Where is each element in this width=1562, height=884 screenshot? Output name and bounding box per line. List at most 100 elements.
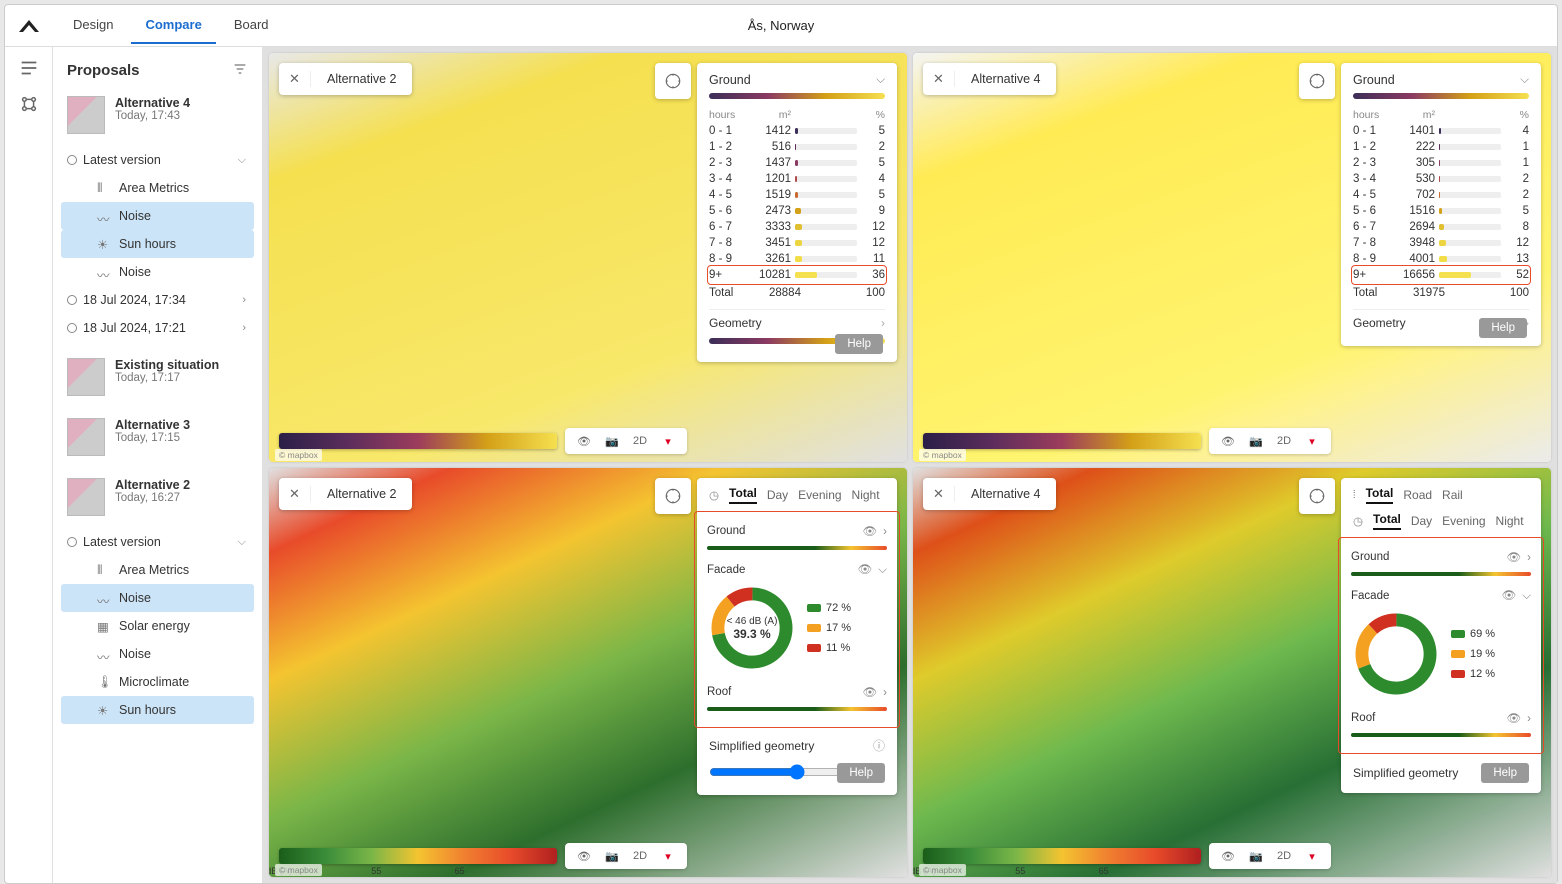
sun-row[interactable]: 9+1028136 — [709, 267, 885, 283]
compass-icon[interactable] — [655, 478, 691, 514]
tab-board[interactable]: Board — [220, 7, 283, 44]
proposal-item[interactable]: Existing situationToday, 17:17 — [61, 352, 254, 402]
tab-design[interactable]: Design — [59, 7, 127, 44]
proposal-item[interactable]: Alternative 2Today, 16:27 — [61, 472, 254, 522]
geometry-label[interactable]: Geometry — [1353, 316, 1406, 330]
sun-row[interactable]: 4 - 515195 — [709, 187, 885, 203]
sun-row[interactable]: 0 - 114014 — [1353, 123, 1529, 139]
compass-icon[interactable] — [655, 63, 691, 99]
camera-icon[interactable]: 📷 — [1245, 847, 1267, 865]
sun-row[interactable]: 9+1665652 — [1353, 267, 1529, 283]
chevron-down-icon[interactable]: ⌵ — [876, 74, 885, 87]
tree-item-noise[interactable]: 〰Noise — [61, 258, 254, 286]
time-tab-total[interactable]: Total — [729, 486, 757, 504]
chevron-down-icon[interactable]: ⌵ — [1520, 74, 1529, 87]
close-icon[interactable]: ✕ — [923, 486, 955, 502]
source-tab-road[interactable]: Road — [1403, 488, 1432, 502]
sun-row[interactable]: 1 - 25162 — [709, 139, 885, 155]
chevron-right-icon[interactable]: › — [883, 687, 887, 699]
time-tab-evening[interactable]: Evening — [1442, 514, 1485, 528]
history-item[interactable]: 18 Jul 2024, 17:21› — [61, 314, 254, 342]
tree-item-noise[interactable]: 〰Noise — [61, 640, 254, 668]
section-facade[interactable]: Facade — [707, 564, 745, 576]
chevron-right-icon[interactable]: › — [1527, 552, 1531, 564]
sun-row[interactable]: 5 - 624739 — [709, 203, 885, 219]
sun-row[interactable]: 7 - 8394812 — [1353, 235, 1529, 251]
dropdown-icon[interactable]: ▾ — [1301, 847, 1323, 865]
panel-title[interactable]: Ground — [1353, 73, 1395, 87]
section-facade[interactable]: Facade — [1351, 590, 1389, 602]
info-icon[interactable]: ⓘ — [873, 737, 885, 754]
tree-item-sun-hours[interactable]: ☀Sun hours — [61, 696, 254, 724]
tree-item-sun-hours[interactable]: ☀Sun hours — [61, 230, 254, 258]
sun-row[interactable]: 2 - 314375 — [709, 155, 885, 171]
sun-row[interactable]: 6 - 726948 — [1353, 219, 1529, 235]
proposal-item[interactable]: Alternative 3Today, 17:15 — [61, 412, 254, 462]
dropdown-icon[interactable]: ▾ — [657, 432, 679, 450]
sun-row[interactable]: 6 - 7333312 — [709, 219, 885, 235]
section-ground[interactable]: Ground — [1351, 551, 1389, 563]
time-tab-night[interactable]: Night — [1496, 514, 1524, 528]
time-tab-day[interactable]: Day — [1411, 514, 1432, 528]
dimension-toggle[interactable]: 2D — [1273, 432, 1295, 450]
chevron-down-icon[interactable]: ⌵ — [1522, 590, 1531, 602]
tree-item-solar-energy[interactable]: ▦Solar energy — [61, 612, 254, 640]
sun-row[interactable]: 3 - 45302 — [1353, 171, 1529, 187]
tab-compare[interactable]: Compare — [131, 7, 215, 44]
eye-icon[interactable]: 👁 — [863, 526, 878, 538]
sun-row[interactable]: 8 - 9400113 — [1353, 251, 1529, 267]
close-icon[interactable]: ✕ — [279, 71, 311, 87]
time-tab-night[interactable]: Night — [852, 488, 880, 502]
help-button[interactable]: Help — [1479, 318, 1527, 338]
proposal-item[interactable]: Alternative 4 Today, 17:43 — [61, 90, 254, 140]
sun-row[interactable]: 7 - 8345112 — [709, 235, 885, 251]
eye-icon[interactable]: 👁 — [1507, 713, 1522, 725]
tree-latest-version-2[interactable]: Latest version ⌵ — [61, 528, 254, 556]
dimension-toggle[interactable]: 2D — [1273, 847, 1295, 865]
eye-icon[interactable]: 👁 — [573, 432, 595, 450]
tree-item-area-metrics[interactable]: ⦀Area Metrics — [61, 556, 254, 584]
panel-title[interactable]: Ground — [709, 73, 751, 87]
eye-icon[interactable]: 👁 — [1507, 552, 1522, 564]
camera-icon[interactable]: 📷 — [601, 847, 623, 865]
dimension-toggle[interactable]: 2D — [629, 432, 651, 450]
collapse-icon[interactable] — [18, 57, 40, 79]
sun-row[interactable]: 0 - 114125 — [709, 123, 885, 139]
source-tab-rail[interactable]: Rail — [1442, 488, 1463, 502]
eye-icon[interactable]: 👁 — [863, 687, 878, 699]
time-tab-total[interactable]: Total — [1373, 512, 1401, 530]
compass-icon[interactable] — [1299, 478, 1335, 514]
section-roof[interactable]: Roof — [707, 686, 731, 698]
dropdown-icon[interactable]: ▾ — [657, 847, 679, 865]
compass-icon[interactable] — [1299, 63, 1335, 99]
tree-item-noise[interactable]: 〰Noise — [61, 202, 254, 230]
tree-item-area-metrics[interactable]: ⦀Area Metrics — [61, 174, 254, 202]
geometry-label[interactable]: Geometry — [709, 316, 762, 330]
eye-icon[interactable]: 👁 — [1217, 432, 1239, 450]
colorbar-sun[interactable] — [923, 433, 1201, 449]
close-icon[interactable]: ✕ — [279, 486, 311, 502]
chevron-right-icon[interactable]: › — [883, 526, 887, 538]
eye-icon[interactable]: 👁 — [573, 847, 595, 865]
time-tab-evening[interactable]: Evening — [798, 488, 841, 502]
source-tab-total[interactable]: Total — [1366, 486, 1394, 504]
camera-icon[interactable]: 📷 — [601, 432, 623, 450]
eye-icon[interactable]: 👁 — [1502, 590, 1517, 602]
section-ground[interactable]: Ground — [707, 525, 745, 537]
colorbar-noise[interactable]: dB (A) 55 65 — [923, 848, 1201, 864]
history-item[interactable]: 18 Jul 2024, 17:34› — [61, 286, 254, 314]
colorbar-noise[interactable]: dB (A) 55 65 — [279, 848, 557, 864]
sun-row[interactable]: 5 - 615165 — [1353, 203, 1529, 219]
camera-icon[interactable]: 📷 — [1245, 432, 1267, 450]
sun-row[interactable]: 1 - 22221 — [1353, 139, 1529, 155]
time-tab-day[interactable]: Day — [767, 488, 788, 502]
section-roof[interactable]: Roof — [1351, 712, 1375, 724]
colorbar-sun[interactable] — [279, 433, 557, 449]
tree-latest-version[interactable]: Latest version ⌵ — [61, 146, 254, 174]
chevron-down-icon[interactable]: ⌵ — [878, 564, 887, 576]
dropdown-icon[interactable]: ▾ — [1301, 432, 1323, 450]
constraints-icon[interactable] — [18, 93, 40, 115]
help-button[interactable]: Help — [1481, 763, 1529, 783]
sun-row[interactable]: 8 - 9326111 — [709, 251, 885, 267]
filter-icon[interactable] — [232, 61, 248, 80]
